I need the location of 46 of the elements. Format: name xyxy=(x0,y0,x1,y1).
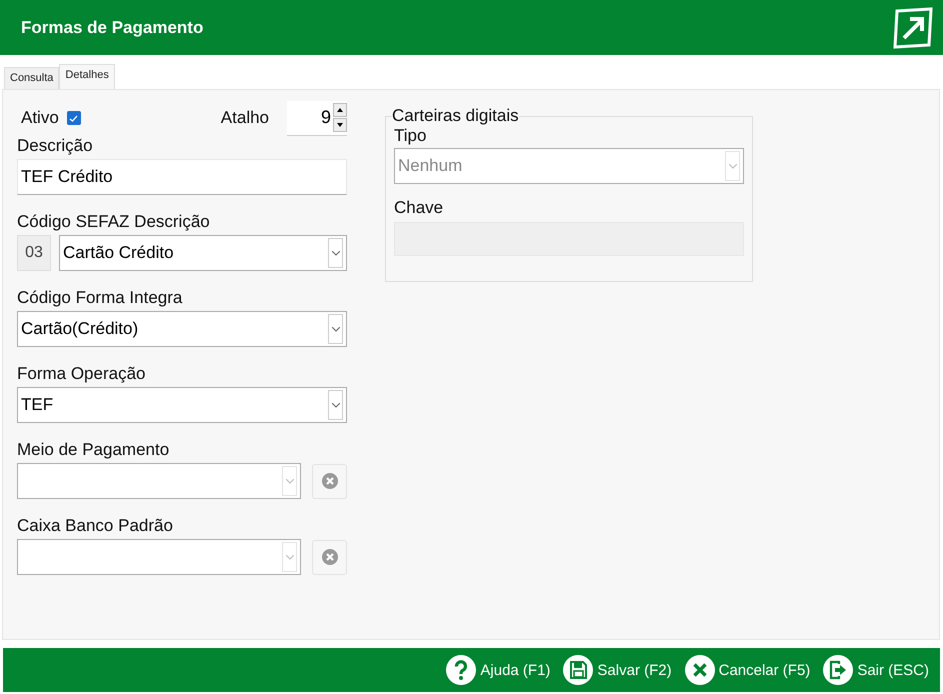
tab[interactable]: Detalhes xyxy=(59,64,115,89)
window-title: Formas de Pagamento xyxy=(21,18,204,38)
tab[interactable]: Consulta xyxy=(4,67,60,89)
field-label: Caixa Banco Padrão xyxy=(17,516,174,536)
arrow-logo-icon xyxy=(891,6,935,48)
field-label: Código Forma Integra xyxy=(17,288,184,308)
select-field[interactable] xyxy=(17,463,301,499)
select-field[interactable]: Cartão(Crédito) xyxy=(17,311,347,347)
group-title: Carteiras digitais xyxy=(392,106,519,126)
field-label: Tipo xyxy=(394,126,428,146)
checkbox[interactable] xyxy=(66,111,81,125)
input-field[interactable]: TEF Crédito xyxy=(17,159,347,195)
chevron-icon xyxy=(328,314,343,344)
save-button[interactable]: Salvar (F2) xyxy=(563,655,672,685)
check-icon xyxy=(69,114,78,122)
select-field[interactable]: Nenhum xyxy=(394,148,744,184)
chevron-icon xyxy=(328,390,343,420)
help-button[interactable]: Ajuda (F1) xyxy=(446,655,550,685)
field-label: Ativo xyxy=(20,108,59,128)
exit-button[interactable]: Sair (ESC) xyxy=(823,655,929,685)
select-field[interactable] xyxy=(17,539,301,575)
chevron-icon xyxy=(328,238,343,268)
spin-down-icon[interactable] xyxy=(333,118,347,132)
cross-icon xyxy=(684,655,715,685)
code-field: 03 xyxy=(17,235,51,271)
number-field[interactable]: 9 xyxy=(287,100,347,136)
clear-button[interactable] xyxy=(312,540,347,574)
question-mark-icon xyxy=(446,655,476,685)
floppy-disk-icon xyxy=(563,655,594,685)
cancel-button[interactable]: Cancelar (F5) xyxy=(684,655,810,685)
clear-button[interactable] xyxy=(312,464,347,498)
chevron-icon xyxy=(282,542,297,572)
field-label: Meio de Pagamento xyxy=(17,440,170,460)
field-label: Atalho xyxy=(220,108,269,128)
field-label: Chave xyxy=(394,198,444,218)
spin-up-icon[interactable] xyxy=(333,103,347,117)
chevron-icon xyxy=(725,151,740,181)
clear-icon xyxy=(322,549,338,565)
select-field[interactable]: TEF xyxy=(17,387,347,423)
exit-icon xyxy=(823,655,854,685)
select-field[interactable]: Cartão Crédito xyxy=(59,235,347,271)
field-label: Forma Operação xyxy=(17,364,146,384)
field-label: Código SEFAZ Descrição xyxy=(17,212,211,232)
chevron-icon xyxy=(282,466,297,496)
field-label: Descrição xyxy=(17,136,94,156)
clear-icon xyxy=(322,473,338,489)
